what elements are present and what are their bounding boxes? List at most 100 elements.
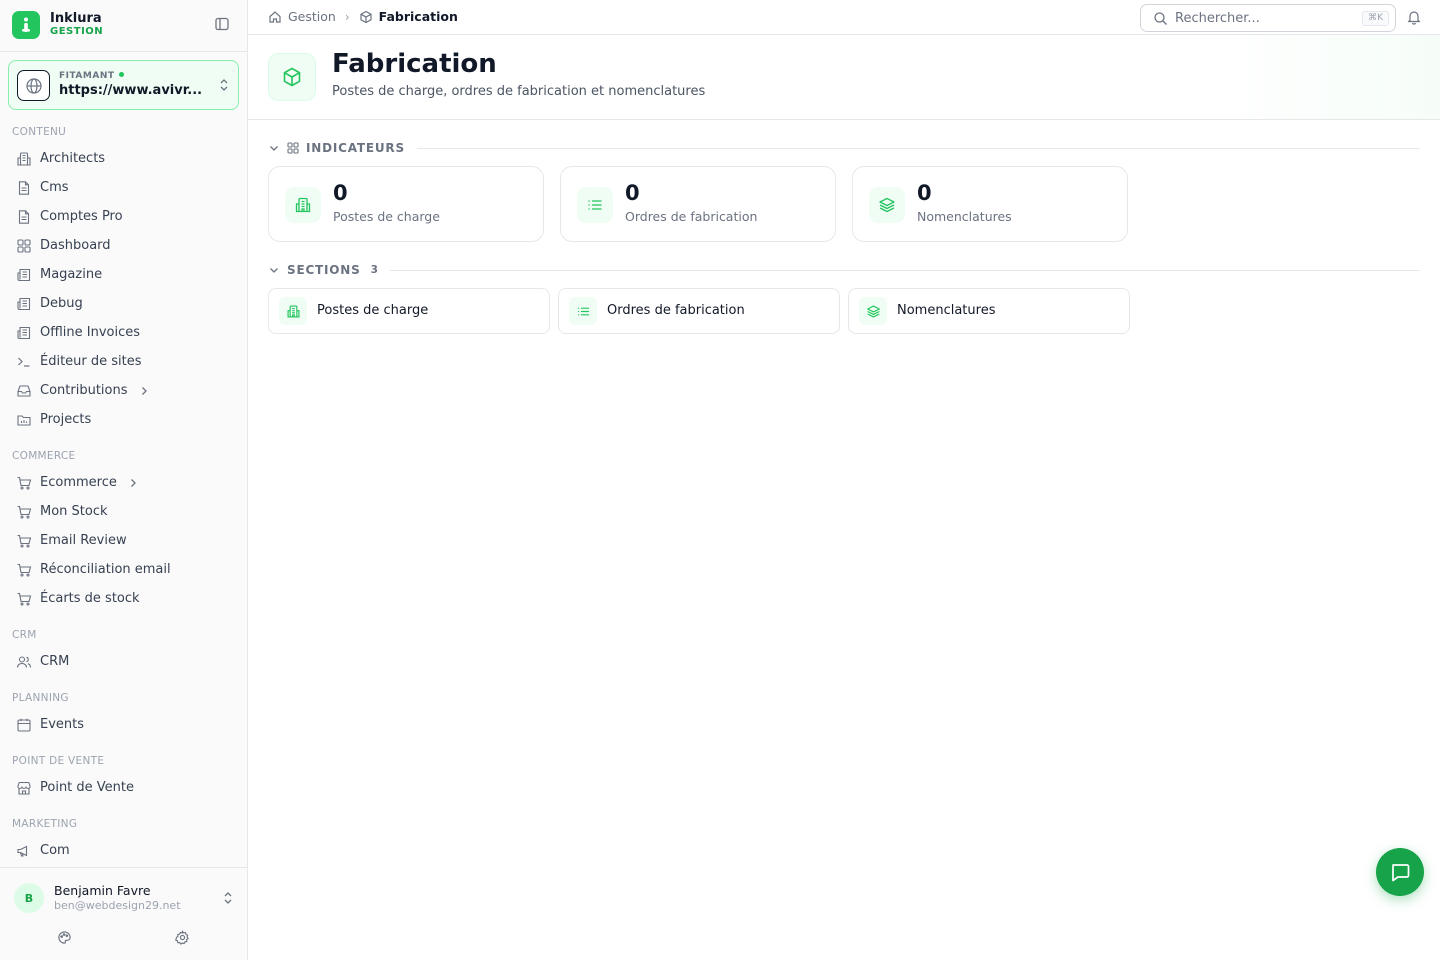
chat-button[interactable] bbox=[1376, 848, 1424, 896]
newspaper-icon bbox=[16, 296, 32, 312]
list-icon bbox=[577, 187, 613, 223]
brand[interactable]: Inklura GESTION bbox=[12, 10, 236, 42]
grid-icon bbox=[287, 142, 299, 154]
sections-group-header[interactable]: SECTIONS 3 bbox=[268, 260, 1420, 280]
sidebar-item-ecommerce[interactable]: Ecommerce bbox=[0, 468, 248, 497]
home-icon bbox=[268, 10, 282, 24]
inbox-icon bbox=[16, 383, 32, 399]
brand-subtitle: GESTION bbox=[50, 26, 104, 37]
sidebar-item-email-review[interactable]: Email Review bbox=[0, 526, 248, 555]
section-card-ordres[interactable]: Ordres de fabrication bbox=[558, 288, 840, 334]
newspaper-icon bbox=[16, 325, 32, 341]
building-icon bbox=[285, 187, 321, 223]
sidebar-item-label: Comptes Pro bbox=[40, 209, 123, 224]
sidebar-item-point-de-vente[interactable]: Point de Vente bbox=[0, 773, 248, 802]
page-title: Fabrication bbox=[332, 49, 497, 79]
file-icon bbox=[16, 180, 32, 196]
page-subtitle: Postes de charge, ordres de fabrication … bbox=[332, 84, 706, 99]
folder-icon bbox=[16, 412, 32, 428]
sidebar-item-cms[interactable]: Cms bbox=[0, 173, 248, 202]
layers-icon bbox=[859, 297, 887, 325]
stat-card-ordres[interactable]: 0 Ordres de fabrication bbox=[560, 166, 836, 242]
search-shortcut: ⌘K bbox=[1362, 11, 1389, 26]
sidebar-item-editeur-de-sites[interactable]: Éditeur de sites bbox=[0, 347, 248, 376]
sidebar-nav: CONTENU Architects Cms Comptes Pro Dashboard… bbox=[0, 118, 248, 866]
sidebar-item-label: Réconciliation email bbox=[40, 562, 171, 577]
message-icon bbox=[1389, 861, 1411, 883]
search-box[interactable]: ⌘K bbox=[1140, 4, 1396, 32]
breadcrumb-home[interactable]: Gestion bbox=[268, 9, 336, 24]
sidebar-item-contributions[interactable]: Contributions bbox=[0, 376, 248, 405]
sidebar-item-seo[interactable]: SEO bbox=[0, 865, 248, 866]
cart-icon bbox=[16, 591, 32, 607]
layers-icon bbox=[869, 187, 905, 223]
sidebar-item-magazine[interactable]: Magazine bbox=[0, 260, 248, 289]
sidebar-item-comptes-pro[interactable]: Comptes Pro bbox=[0, 202, 248, 231]
brand-logo-icon bbox=[12, 11, 40, 39]
breadcrumb: Gestion › Fabrication bbox=[268, 9, 458, 24]
sidebar-item-mon-stock[interactable]: Mon Stock bbox=[0, 497, 248, 526]
user-email: ben@webdesign29.net bbox=[54, 899, 181, 912]
section-label: Nomenclatures bbox=[897, 303, 996, 318]
sections-label: SECTIONS bbox=[287, 263, 361, 277]
sidebar-item-crm[interactable]: CRM bbox=[0, 647, 248, 676]
stat-card-nomenclatures[interactable]: 0 Nomenclatures bbox=[852, 166, 1128, 242]
stat-card-postes[interactable]: 0 Postes de charge bbox=[268, 166, 544, 242]
chevrons-updown-icon bbox=[222, 890, 234, 906]
brand-name: Inklura bbox=[50, 11, 102, 26]
sidebar-item-label: Offline Invoices bbox=[40, 325, 141, 340]
users-icon bbox=[16, 654, 32, 670]
nav-gap bbox=[0, 802, 248, 810]
sidebar-item-projects[interactable]: Projects bbox=[0, 405, 248, 434]
divider bbox=[389, 269, 1420, 271]
search-input[interactable] bbox=[1175, 9, 1355, 27]
breadcrumb-current-label: Fabrication bbox=[378, 9, 458, 24]
section-card-postes[interactable]: Postes de charge bbox=[268, 288, 550, 334]
site-switcher[interactable]: FITAMANT https://www.avivr... bbox=[8, 60, 239, 110]
sidebar-item-com[interactable]: Com bbox=[0, 836, 248, 865]
sidebar-item-offline-invoices[interactable]: Offline Invoices bbox=[0, 318, 248, 347]
gear-icon[interactable] bbox=[175, 930, 191, 946]
sidebar-item-label: Projects bbox=[40, 412, 92, 427]
cart-icon bbox=[16, 475, 32, 491]
divider bbox=[0, 867, 248, 868]
sidebar-item-label: Ecommerce bbox=[40, 475, 117, 490]
sidebar-item-label: Point de Vente bbox=[40, 780, 135, 795]
user-menu[interactable]: B Benjamin Favre ben@webdesign29.net bbox=[14, 882, 238, 914]
sections-count: 3 bbox=[370, 264, 378, 276]
newspaper-icon bbox=[16, 267, 32, 283]
sidebar-item-architects[interactable]: Architects bbox=[0, 144, 248, 173]
package-icon bbox=[268, 53, 316, 101]
sidebar-item-label: Com bbox=[40, 843, 70, 858]
section-card-nomenclatures[interactable]: Nomenclatures bbox=[848, 288, 1130, 334]
stat-value: 0 bbox=[625, 181, 640, 205]
chevrons-updown-icon bbox=[218, 77, 230, 93]
stat-value: 0 bbox=[333, 181, 348, 205]
sidebar-item-events[interactable]: Events bbox=[0, 710, 248, 739]
sidebar-item-reconciliation-email[interactable]: Réconciliation email bbox=[0, 555, 248, 584]
cart-icon bbox=[16, 562, 32, 578]
nav-gap bbox=[0, 613, 248, 621]
breadcrumb-current: Fabrication bbox=[359, 9, 458, 24]
indicators-group-header[interactable]: INDICATEURS bbox=[268, 138, 1420, 158]
divider bbox=[416, 147, 1420, 149]
sidebar-item-label: Contributions bbox=[40, 383, 128, 398]
nav-gap bbox=[0, 676, 248, 684]
stat-label: Postes de charge bbox=[333, 209, 440, 224]
megaphone-icon bbox=[16, 843, 32, 859]
sidebar-toggle-icon[interactable] bbox=[214, 16, 232, 34]
chevron-down-icon bbox=[268, 264, 280, 276]
sidebar-item-label: Éditeur de sites bbox=[40, 354, 142, 369]
package-icon bbox=[359, 10, 373, 24]
section-label: Ordres de fabrication bbox=[607, 303, 745, 318]
sidebar-item-dashboard[interactable]: Dashboard bbox=[0, 231, 248, 260]
bell-icon[interactable] bbox=[1406, 9, 1422, 25]
search-icon bbox=[1153, 11, 1168, 26]
palette-icon[interactable] bbox=[57, 930, 73, 946]
nav-section-label: PLANNING bbox=[12, 692, 69, 704]
globe-icon bbox=[17, 70, 50, 101]
topbar: Gestion › Fabrication ⌘K bbox=[248, 0, 1440, 35]
sidebar-item-debug[interactable]: Debug bbox=[0, 289, 248, 318]
sidebar-item-ecarts-de-stock[interactable]: Écarts de stock bbox=[0, 584, 248, 613]
chevron-down-icon bbox=[268, 142, 280, 154]
